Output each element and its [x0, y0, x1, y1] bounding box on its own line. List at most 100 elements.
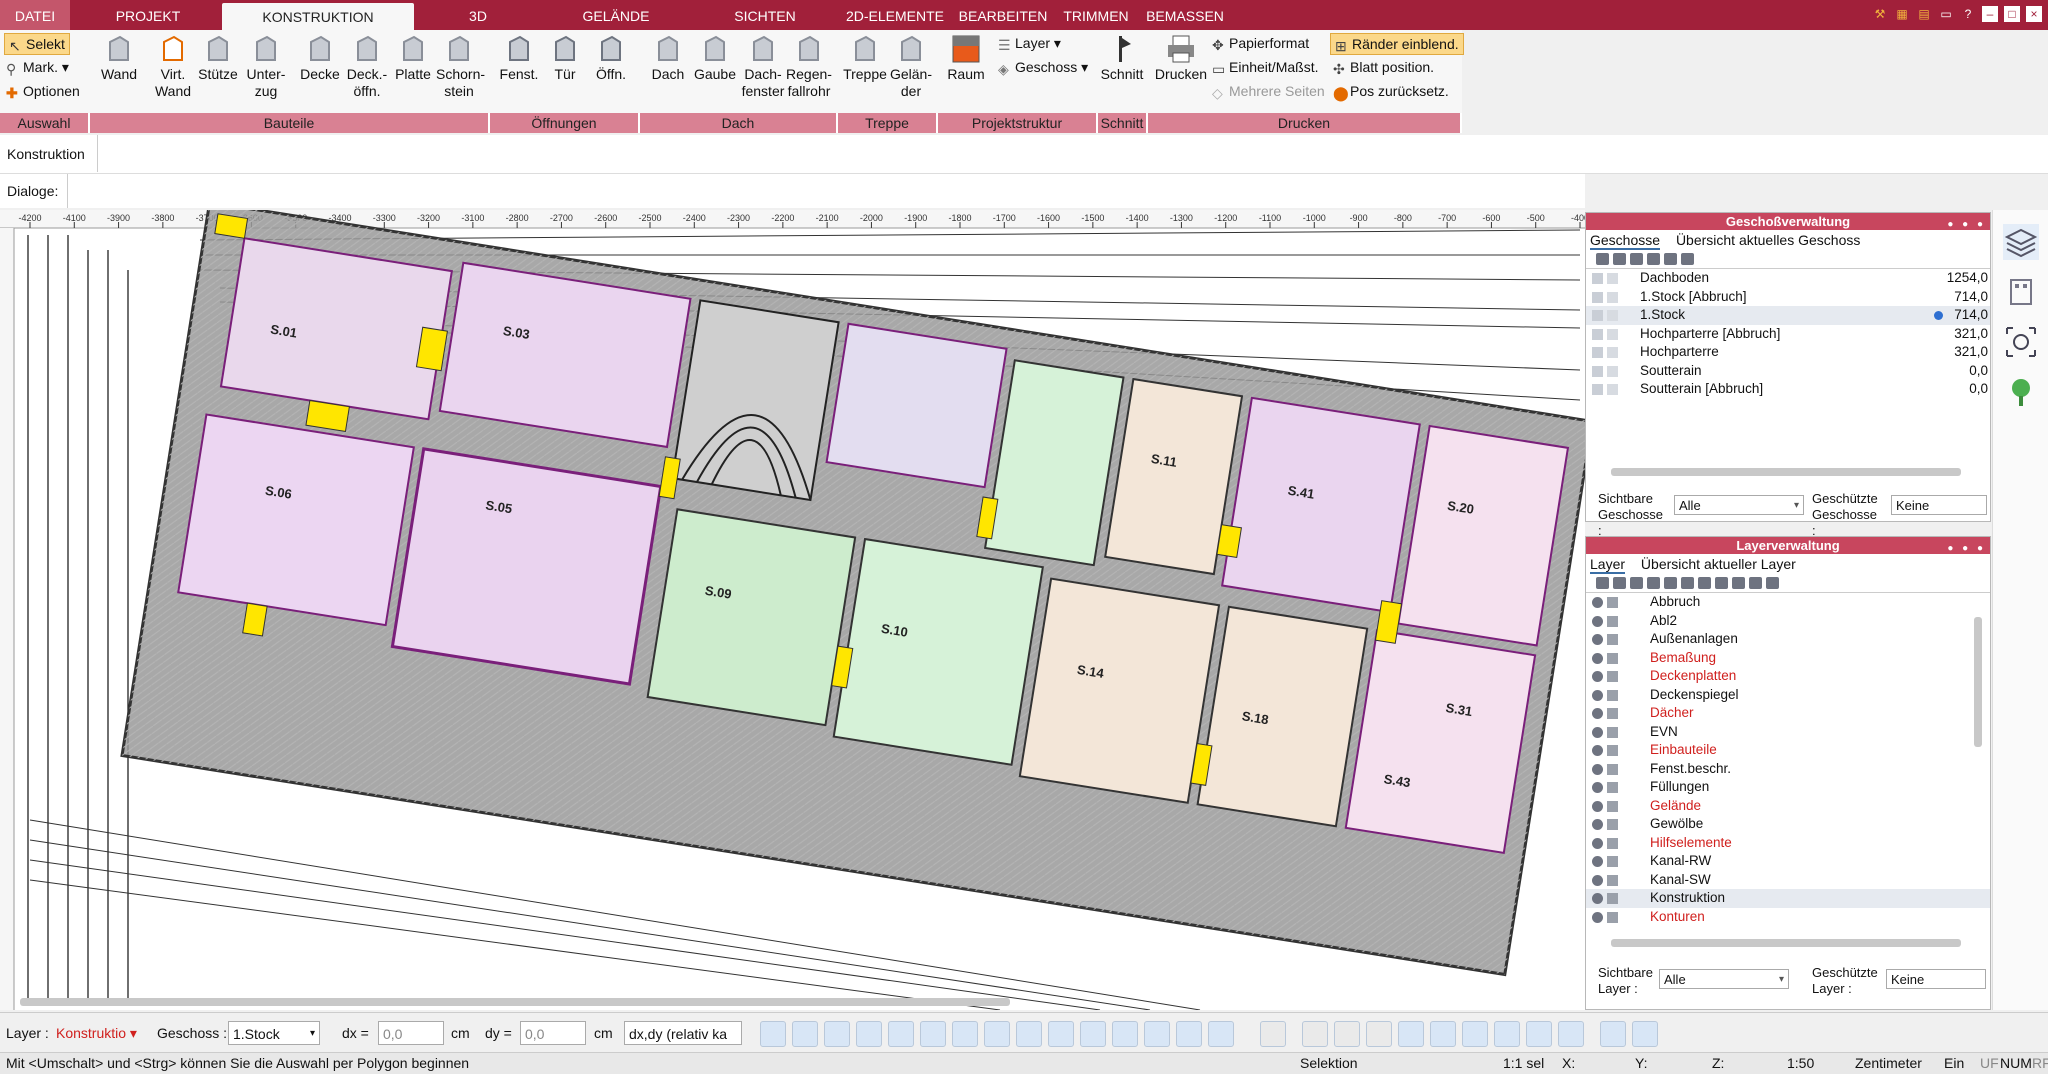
- tab-bemassen[interactable]: BEMASSEN: [1145, 0, 1225, 30]
- pencil-icon[interactable]: [1607, 634, 1618, 645]
- frame-icon[interactable]: [1334, 1021, 1360, 1047]
- pencil-icon[interactable]: [1607, 911, 1618, 923]
- drawing-canvas[interactable]: -4200-4100-3900-3800-3700-3600-3500-3400…: [0, 210, 1585, 1010]
- layer-row[interactable]: Abl2: [1586, 612, 1990, 631]
- gaube-button[interactable]: Gaube: [692, 34, 738, 83]
- zoom-extent-icon[interactable]: [2003, 324, 2039, 360]
- pencil-icon[interactable]: [1607, 893, 1618, 904]
- maximize-icon[interactable]: □: [2004, 6, 2020, 22]
- geschoss-row[interactable]: Hochparterre [Abbruch] 321,0: [1586, 325, 1990, 344]
- eye-icon[interactable]: [1592, 689, 1603, 701]
- layer-row[interactable]: EVN: [1586, 723, 1990, 742]
- layer-select[interactable]: Konstruktio ▾: [52, 1021, 144, 1045]
- selekt-button[interactable]: ↖ Selekt: [4, 33, 70, 55]
- mark-button[interactable]: ⚲ Mark. ▾: [6, 57, 69, 77]
- window-icon[interactable]: [1302, 1021, 1328, 1047]
- minimize-icon[interactable]: –: [1982, 6, 1998, 22]
- pencil-icon[interactable]: [1607, 708, 1618, 719]
- expand-icon[interactable]: [1398, 1021, 1424, 1047]
- layer-row[interactable]: Kanal-RW: [1586, 852, 1990, 871]
- eye-icon[interactable]: [1592, 708, 1603, 719]
- layer-row[interactable]: Dächer: [1586, 704, 1990, 723]
- layer-row[interactable]: Abbruch: [1586, 593, 1990, 612]
- eye-icon[interactable]: [1592, 911, 1603, 923]
- geschoss-row[interactable]: Soutterain 0,0: [1586, 362, 1990, 381]
- edit-toggle-icon[interactable]: [1607, 291, 1618, 303]
- pencil-icon[interactable]: [1607, 597, 1618, 608]
- tab-trimmen[interactable]: TRIMMEN: [1060, 0, 1132, 30]
- visible-toggle-icon[interactable]: [1592, 310, 1603, 321]
- deckenoeffnung-button[interactable]: Deck.- öffn.: [344, 34, 390, 100]
- dach-button[interactable]: Dach: [645, 34, 691, 83]
- visible-toggle-icon[interactable]: [1592, 347, 1603, 358]
- layer-row[interactable]: Fenst.beschr.: [1586, 760, 1990, 779]
- eye-icon[interactable]: [1592, 782, 1603, 793]
- papierformat-button[interactable]: ✥ Papierformat: [1212, 33, 1309, 53]
- regenfallrohr-button[interactable]: Regen-fallrohr: [786, 34, 832, 100]
- 3d-icon[interactable]: [1080, 1021, 1106, 1047]
- eye-icon[interactable]: [1592, 671, 1603, 682]
- edit-toggle-icon[interactable]: [1607, 273, 1618, 284]
- treppe-button[interactable]: Treppe: [842, 34, 888, 83]
- visible-toggle-icon[interactable]: [1592, 291, 1603, 303]
- pencil-icon[interactable]: [1607, 671, 1618, 682]
- tab-konstruktion[interactable]: KONSTRUKTION: [222, 3, 414, 30]
- geschoss-row[interactable]: Hochparterre 321,0: [1586, 343, 1990, 362]
- visibility-icon[interactable]: [1176, 1021, 1202, 1047]
- layer-row[interactable]: Füllungen: [1586, 778, 1990, 797]
- text-icon[interactable]: [920, 1021, 946, 1047]
- mehrere-seiten-button[interactable]: ◇ Mehrere Seiten: [1212, 81, 1325, 101]
- tab-gelaende[interactable]: GELÄNDE: [575, 0, 657, 30]
- eye-icon[interactable]: [1592, 893, 1603, 904]
- decke-button[interactable]: Decke: [297, 34, 343, 83]
- table-icon[interactable]: [1366, 1021, 1392, 1047]
- drucken-button[interactable]: Drucken: [1154, 34, 1208, 83]
- line-style-icon[interactable]: [856, 1021, 882, 1047]
- pencil-icon[interactable]: [1607, 726, 1618, 738]
- edit-toggle-icon[interactable]: [1607, 365, 1618, 377]
- tab-layer[interactable]: Layer: [1590, 556, 1626, 574]
- stuetze-button[interactable]: Stütze: [195, 34, 241, 83]
- layer-row[interactable]: Konstruktion: [1586, 889, 1990, 908]
- visible-toggle-icon[interactable]: [1592, 273, 1603, 284]
- tab-bearbeiten[interactable]: BEARBEITEN: [958, 0, 1048, 30]
- raum-button[interactable]: Raum: [944, 34, 988, 83]
- edit-toggle-icon[interactable]: [1607, 328, 1618, 340]
- sichtbare-geschosse-select[interactable]: Alle ▾: [1674, 495, 1804, 515]
- platte-button[interactable]: Platte: [390, 34, 436, 83]
- unterzug-button[interactable]: Unter-zug: [243, 34, 289, 100]
- eye-icon[interactable]: [1592, 634, 1603, 645]
- help-icon[interactable]: ?: [1960, 6, 1976, 22]
- pencil-icon[interactable]: [1607, 874, 1618, 886]
- building-icon[interactable]: [2003, 274, 2039, 310]
- pencil-icon[interactable]: [1607, 800, 1618, 812]
- eye-icon[interactable]: [1592, 745, 1603, 756]
- dy-input[interactable]: 0,0: [520, 1021, 586, 1045]
- pencil-icon[interactable]: [1607, 837, 1618, 849]
- einheit-button[interactable]: ▭ Einheit/Maßst.: [1212, 57, 1318, 77]
- eye-icon[interactable]: [1592, 837, 1603, 849]
- eye-icon[interactable]: [1592, 856, 1603, 867]
- sichtbare-layer-select[interactable]: Alle ▾: [1659, 969, 1789, 989]
- blatt-button[interactable]: ✣ Blatt position.: [1333, 57, 1434, 77]
- dachfenster-button[interactable]: Dach-fenster: [740, 34, 786, 100]
- image-icon[interactable]: [1430, 1021, 1456, 1047]
- oeffnung-button[interactable]: Öffn.: [588, 34, 634, 83]
- measure-icon[interactable]: [952, 1021, 978, 1047]
- eye-icon[interactable]: [1592, 819, 1603, 830]
- info-icon[interactable]: [1260, 1021, 1286, 1047]
- pencil-icon[interactable]: [1607, 763, 1618, 775]
- eye-icon[interactable]: [1592, 763, 1603, 775]
- tab-3d[interactable]: 3D: [448, 0, 508, 30]
- layer-row[interactable]: Deckenplatten: [1586, 667, 1990, 686]
- pos-button[interactable]: ⬤Pos zurücksetz.: [1333, 81, 1449, 101]
- geschoss-row[interactable]: 1.Stock [Abbruch] 714,0: [1586, 288, 1990, 307]
- geschoss-row[interactable]: Soutterain [Abbruch] 0,0: [1586, 380, 1990, 399]
- geschoss-row[interactable]: 1.Stock 714,0: [1586, 306, 1990, 325]
- dimension-icon[interactable]: [888, 1021, 914, 1047]
- dx-input[interactable]: 0,0: [378, 1021, 444, 1045]
- virt-wand-button[interactable]: Virt. Wand: [150, 34, 196, 100]
- eye-icon[interactable]: [1592, 726, 1603, 738]
- cursor-tool-icon[interactable]: [1632, 1021, 1658, 1047]
- pencil-icon[interactable]: [1607, 615, 1618, 627]
